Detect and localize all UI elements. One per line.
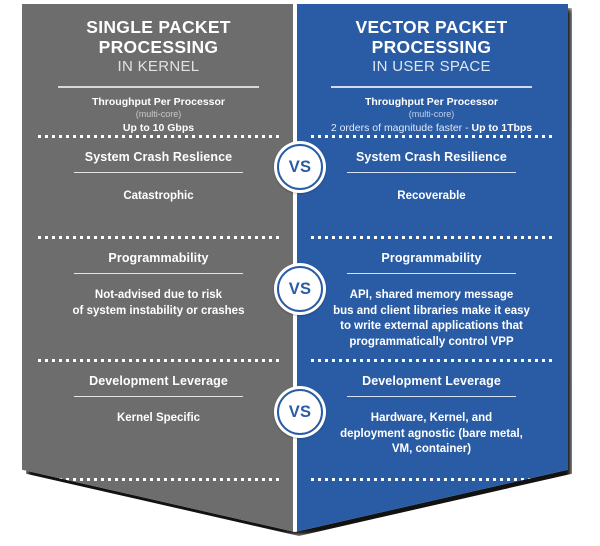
- right-row-3-body: Hardware, Kernel, and deployment agnostic…: [340, 412, 523, 456]
- right-throughput-note: (multi-core): [408, 109, 455, 120]
- left-throughput-note: (multi-core): [135, 109, 182, 120]
- left-row-3-title: Development Leverage: [89, 374, 228, 389]
- vs-badge-development-leverage: VS: [274, 386, 326, 438]
- left-row-1-underline: [74, 172, 243, 174]
- panel-single-packet-processing: SINGLE PACKET PROCESSING IN KERNEL Throu…: [22, 4, 295, 532]
- right-row-crash-resilience: System Crash Resilience Recoverable: [295, 138, 568, 236]
- vs-badge-3-label: VS: [277, 389, 323, 435]
- left-row-1-title: System Crash Reslience: [84, 150, 233, 165]
- left-row-crash-resilience: System Crash Reslience Catastrophic: [22, 138, 295, 236]
- left-throughput-label: Throughput Per Processor: [91, 95, 226, 108]
- panel-vector-packet-processing: VECTOR PACKET PROCESSING IN USER SPACE T…: [295, 4, 568, 532]
- left-header-subtitle: IN KERNEL: [117, 58, 200, 76]
- right-header-divider: [331, 85, 532, 88]
- right-row-programmability: Programmability API, shared memory messa…: [295, 239, 568, 359]
- right-header-title: VECTOR PACKET PROCESSING: [355, 17, 508, 57]
- left-row-2-underline: [74, 273, 243, 275]
- left-rows: System Crash Reslience Catastrophic Prog…: [22, 135, 295, 527]
- right-row-2-underline: [347, 273, 516, 275]
- left-row-development-leverage: Development Leverage Kernel Specific: [22, 362, 295, 478]
- vs-badge-crash-resilience: VS: [274, 141, 326, 193]
- vs-badge-2-label: VS: [277, 266, 323, 312]
- left-header-title: SINGLE PACKET PROCESSING: [86, 17, 231, 57]
- right-rows: System Crash Resilience Recoverable Prog…: [295, 135, 568, 527]
- left-row-2-title: Programmability: [108, 251, 209, 266]
- right-throughput-label: Throughput Per Processor: [364, 95, 499, 108]
- right-throughput-value-strong: Up to 1Tbps: [471, 121, 533, 134]
- right-throughput-value: 2 orders of magnitude faster - Up to 1Tb…: [307, 122, 556, 136]
- left-throughput-value: Up to 10 Gbps: [122, 121, 195, 134]
- right-row-2-body: API, shared memory message bus and client…: [333, 289, 530, 348]
- right-row-development-leverage: Development Leverage Hardware, Kernel, a…: [295, 362, 568, 478]
- left-row-3-body: Kernel Specific: [116, 412, 201, 425]
- right-row-2-title: Programmability: [381, 251, 482, 266]
- left-header: SINGLE PACKET PROCESSING IN KERNEL Throu…: [22, 4, 295, 135]
- left-row-programmability: Programmability Not-advised due to risk o…: [22, 239, 295, 359]
- infographic-canvas: SINGLE PACKET PROCESSING IN KERNEL Throu…: [0, 0, 600, 546]
- right-header: VECTOR PACKET PROCESSING IN USER SPACE T…: [295, 4, 568, 135]
- right-header-subtitle: IN USER SPACE: [372, 58, 491, 76]
- vs-badge-programmability: VS: [274, 263, 326, 315]
- right-throughput-value-lead: 2 orders of magnitude faster -: [330, 121, 472, 134]
- right-row-1-title: System Crash Resilience: [356, 150, 507, 165]
- right-row-3-title: Development Leverage: [362, 374, 501, 389]
- left-row-3-underline: [74, 396, 243, 398]
- left-banner-tail: [22, 481, 295, 527]
- left-header-divider: [58, 85, 259, 88]
- vs-badge-1-label: VS: [277, 144, 323, 190]
- left-row-2-body: Not-advised due to risk of system instabi…: [72, 289, 245, 317]
- left-row-1-body: Catastrophic: [123, 190, 194, 203]
- right-row-1-underline: [347, 172, 516, 174]
- right-row-1-body: Recoverable: [397, 190, 466, 203]
- right-row-3-underline: [347, 396, 516, 398]
